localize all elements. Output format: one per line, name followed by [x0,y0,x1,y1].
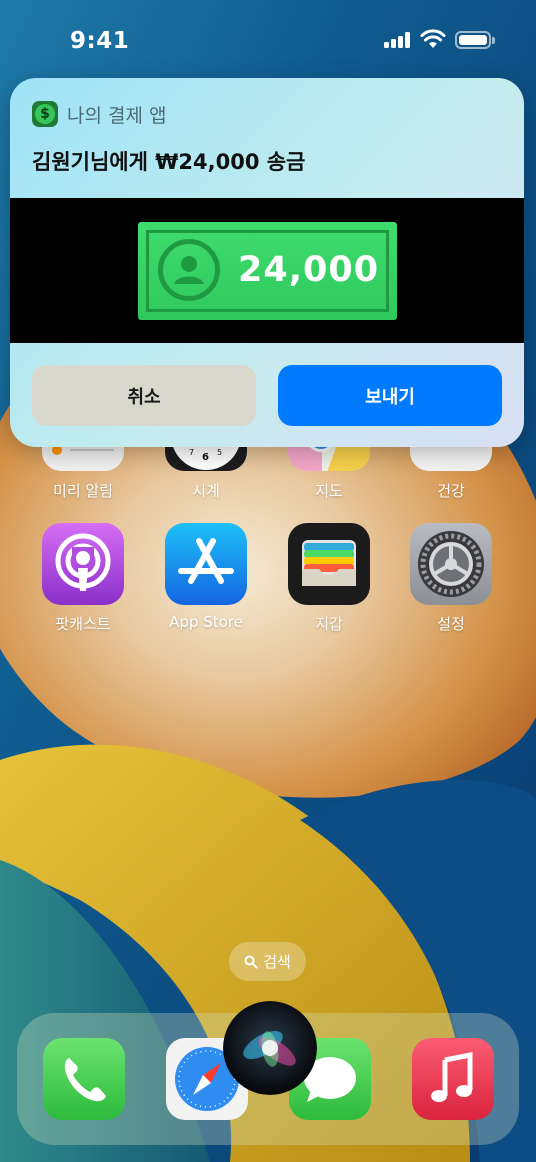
siri-orb-icon[interactable] [223,1001,317,1095]
send-button[interactable]: 보내기 [278,365,502,426]
search-button[interactable]: 검색 [229,942,306,981]
status-time: 9:41 [70,28,130,54]
app-label-maps: 지도 [315,482,343,500]
music-icon[interactable] [412,1038,494,1120]
bill-preview: 24,000 [10,198,524,343]
payment-notification[interactable]: $ 나의 결제 앱 김원기님에게 ₩24,000 송금 24,000 취소 보내… [10,78,524,447]
app-settings[interactable]: 설정 [396,523,506,634]
bill-amount: 24,000 [238,250,380,290]
app-store-icon [165,523,247,605]
cellular-signal-icon [384,32,412,48]
wallet-icon [288,523,370,605]
payment-app-icon: $ [32,101,58,127]
app-podcasts[interactable]: 팟캐스트 [28,523,138,634]
wifi-icon [420,29,446,48]
person-icon [158,239,220,301]
app-label-health: 건강 [437,482,465,500]
phone-icon[interactable] [43,1038,125,1120]
notification-app-name: 나의 결제 앱 [67,104,167,127]
app-label-reminders: 미리 알림 [53,482,113,500]
battery-icon [455,31,495,49]
cancel-button[interactable]: 취소 [32,365,256,426]
search-label: 검색 [263,953,291,971]
app-wallet[interactable]: 지갑 [274,523,384,634]
money-bill-image: 24,000 [138,222,397,320]
app-app-store[interactable]: App Store [151,523,261,631]
notification-title: 김원기님에게 ₩24,000 송금 [32,150,306,174]
notification-header: $ 나의 결제 앱 [32,100,166,128]
settings-icon [410,523,492,605]
app-label-clock: 시계 [192,482,220,500]
status-bar: 9:41 [0,0,536,80]
app-label-podcasts: 팟캐스트 [55,615,111,633]
app-label-app-store: App Store [169,613,243,631]
search-icon [244,955,258,968]
app-label-settings: 설정 [437,615,465,633]
app-label-wallet: 지갑 [315,615,343,633]
podcasts-icon [42,523,124,605]
